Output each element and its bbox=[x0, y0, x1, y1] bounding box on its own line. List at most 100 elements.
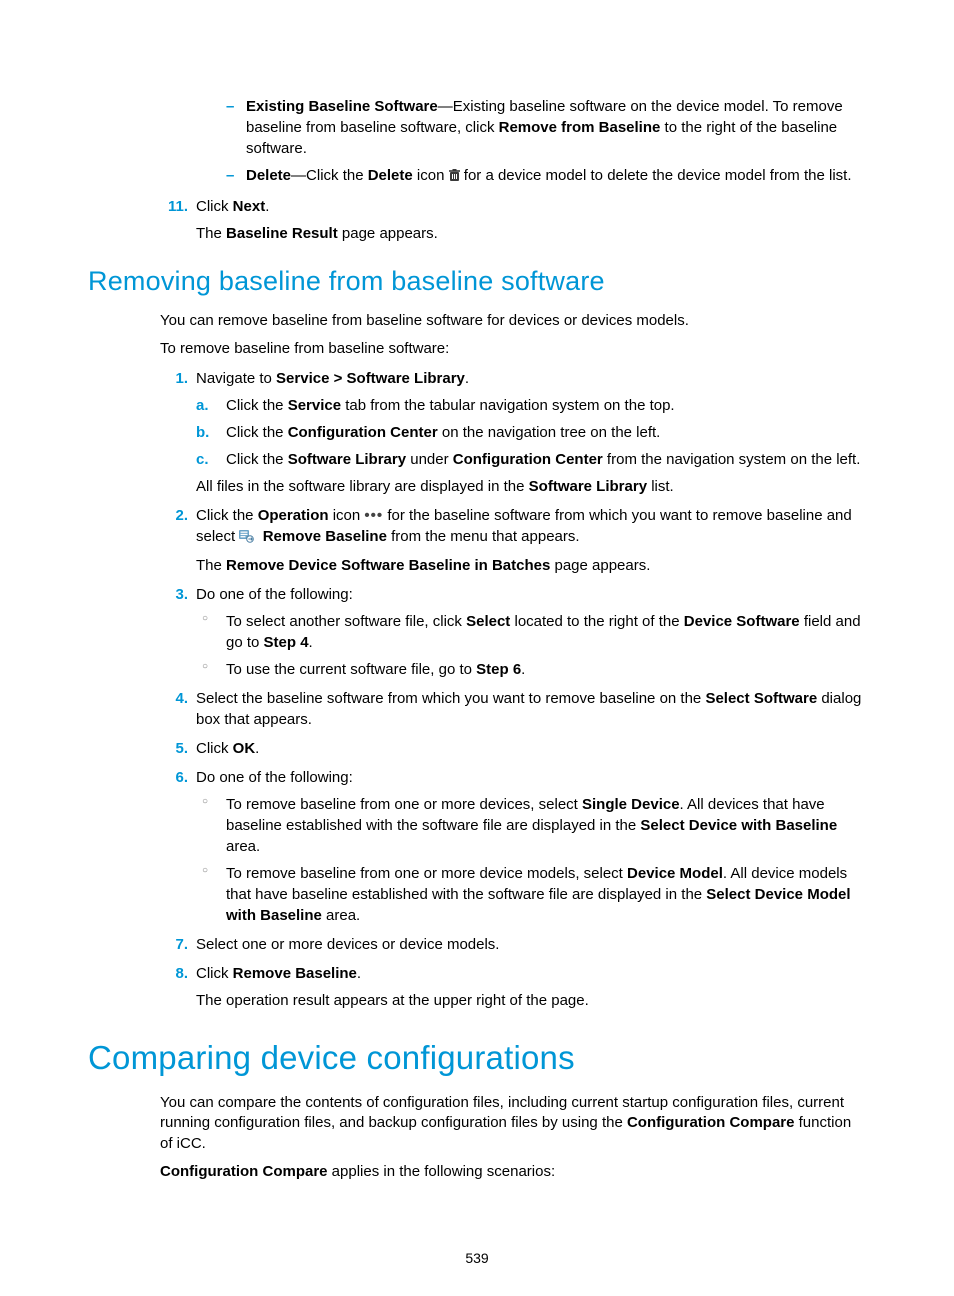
text: Do one of the following: bbox=[196, 586, 353, 603]
bold-text: Service > Software Library bbox=[276, 370, 465, 387]
text: Click the bbox=[226, 424, 288, 441]
text: . bbox=[309, 634, 313, 651]
circle-list: To remove baseline from one or more devi… bbox=[196, 794, 866, 926]
text: . bbox=[465, 370, 469, 387]
bold-text: Step 4 bbox=[264, 634, 309, 651]
step-1-post: All files in the software library are di… bbox=[196, 476, 866, 497]
bold-text: Existing Baseline Software bbox=[246, 98, 438, 115]
text: on the navigation tree on the left. bbox=[438, 424, 661, 441]
option-item: To select another software file, click S… bbox=[196, 611, 866, 653]
bold-text: Single Device bbox=[582, 796, 680, 813]
step-number: 3. bbox=[160, 584, 188, 605]
text: —Click the bbox=[291, 167, 368, 184]
step-1: 1. Navigate to Service > Software Librar… bbox=[160, 368, 866, 497]
step-number: 1. bbox=[160, 368, 188, 389]
text: Click the bbox=[196, 507, 258, 524]
substep-b: b.Click the Configuration Center on the … bbox=[196, 422, 866, 443]
heading-comparing-configs: Comparing device configurations bbox=[88, 1039, 866, 1077]
step-number: 5. bbox=[160, 738, 188, 759]
text: To use the current software file, go to bbox=[226, 661, 476, 678]
alpha-marker: c. bbox=[196, 449, 209, 470]
text: located to the right of the bbox=[510, 613, 683, 630]
option-item: To use the current software file, go to … bbox=[196, 659, 866, 680]
text: Select the baseline software from which … bbox=[196, 690, 705, 707]
alpha-marker: a. bbox=[196, 395, 209, 416]
heading-removing-baseline: Removing baseline from baseline software bbox=[88, 266, 866, 297]
step-number: 4. bbox=[160, 688, 188, 709]
paragraph: You can compare the contents of configur… bbox=[160, 1093, 866, 1154]
ordered-list-removing: 1. Navigate to Service > Software Librar… bbox=[160, 368, 866, 1012]
step-2-result: The Remove Device Software Baseline in B… bbox=[196, 555, 866, 576]
substep-a: a.Click the Service tab from the tabular… bbox=[196, 395, 866, 416]
bold-text: Select Software bbox=[705, 690, 817, 707]
dash-item-delete: Delete—Click the Delete icon for a devic… bbox=[222, 165, 866, 188]
paragraph: Configuration Compare applies in the fol… bbox=[160, 1162, 866, 1182]
text: icon bbox=[413, 167, 449, 184]
step-number: 7. bbox=[160, 934, 188, 955]
text: Click bbox=[196, 198, 233, 215]
text: Navigate to bbox=[196, 370, 276, 387]
text: area. bbox=[226, 838, 260, 855]
text: area. bbox=[322, 907, 360, 924]
section-body: You can compare the contents of configur… bbox=[160, 1093, 866, 1182]
text: To remove baseline from one or more devi… bbox=[226, 796, 582, 813]
text: The bbox=[196, 557, 226, 574]
option-item: To remove baseline from one or more devi… bbox=[196, 794, 866, 857]
remove-baseline-icon bbox=[239, 528, 254, 549]
bold-text: Next bbox=[233, 198, 266, 215]
step-number: 6. bbox=[160, 767, 188, 788]
step-8: 8. Click Remove Baseline. The operation … bbox=[160, 963, 866, 1011]
alpha-marker: b. bbox=[196, 422, 209, 443]
step-2: 2. Click the Operation icon ••• for the … bbox=[160, 505, 866, 577]
bold-text: Step 6 bbox=[476, 661, 521, 678]
bold-text: Device Software bbox=[684, 613, 800, 630]
page-number: 539 bbox=[0, 1250, 954, 1266]
bold-text: Delete bbox=[246, 167, 291, 184]
alpha-list: a.Click the Service tab from the tabular… bbox=[196, 395, 866, 470]
text: Click the bbox=[226, 451, 288, 468]
text: Click bbox=[196, 740, 233, 757]
step-number: 2. bbox=[160, 505, 188, 526]
text: . bbox=[265, 198, 269, 215]
bold-text: Operation bbox=[258, 507, 329, 524]
text: To remove baseline from one or more devi… bbox=[226, 865, 627, 882]
step-3: 3. Do one of the following: To select an… bbox=[160, 584, 866, 680]
step-number: 8. bbox=[160, 963, 188, 984]
bold-text: Configuration Compare bbox=[160, 1163, 328, 1180]
text: from the navigation system on the left. bbox=[603, 451, 861, 468]
step-7: 7. Select one or more devices or device … bbox=[160, 934, 866, 955]
step-8-result: The operation result appears at the uppe… bbox=[196, 990, 866, 1011]
ordered-list-top: 11. Click Next. The Baseline Result page… bbox=[160, 196, 866, 244]
text: . bbox=[521, 661, 525, 678]
text: icon bbox=[329, 507, 365, 524]
bold-text: Software Library bbox=[529, 478, 647, 495]
text: Click the bbox=[226, 397, 288, 414]
bold-text: Configuration Compare bbox=[627, 1114, 795, 1131]
bold-text: Baseline Result bbox=[226, 225, 338, 242]
text: . bbox=[255, 740, 259, 757]
bold-text: Select bbox=[466, 613, 510, 630]
text: Click bbox=[196, 965, 233, 982]
step-6: 6. Do one of the following: To remove ba… bbox=[160, 767, 866, 926]
bold-text: Remove Baseline bbox=[233, 965, 357, 982]
paragraph: To remove baseline from baseline softwar… bbox=[160, 339, 866, 359]
option-item: To remove baseline from one or more devi… bbox=[196, 863, 866, 926]
bold-text: OK bbox=[233, 740, 256, 757]
circle-list: To select another software file, click S… bbox=[196, 611, 866, 680]
text: . bbox=[357, 965, 361, 982]
bold-text: Delete bbox=[368, 167, 413, 184]
bold-text: Select Device with Baseline bbox=[640, 817, 837, 834]
bold-text: Software Library bbox=[288, 451, 406, 468]
text: All files in the software library are di… bbox=[196, 478, 529, 495]
text: under bbox=[406, 451, 453, 468]
text: The bbox=[196, 225, 226, 242]
section-body: You can remove baseline from baseline so… bbox=[160, 311, 866, 1011]
ellipsis-icon: ••• bbox=[364, 505, 383, 526]
bold-text: Remove Device Software Baseline in Batch… bbox=[226, 557, 550, 574]
bold-text: Configuration Center bbox=[453, 451, 603, 468]
text: from the menu that appears. bbox=[387, 528, 580, 545]
text: page appears. bbox=[550, 557, 650, 574]
dash-item-existing-baseline: Existing Baseline Software—Existing base… bbox=[222, 96, 866, 159]
bold-text: Remove Baseline bbox=[263, 528, 387, 545]
trash-icon bbox=[449, 167, 460, 188]
